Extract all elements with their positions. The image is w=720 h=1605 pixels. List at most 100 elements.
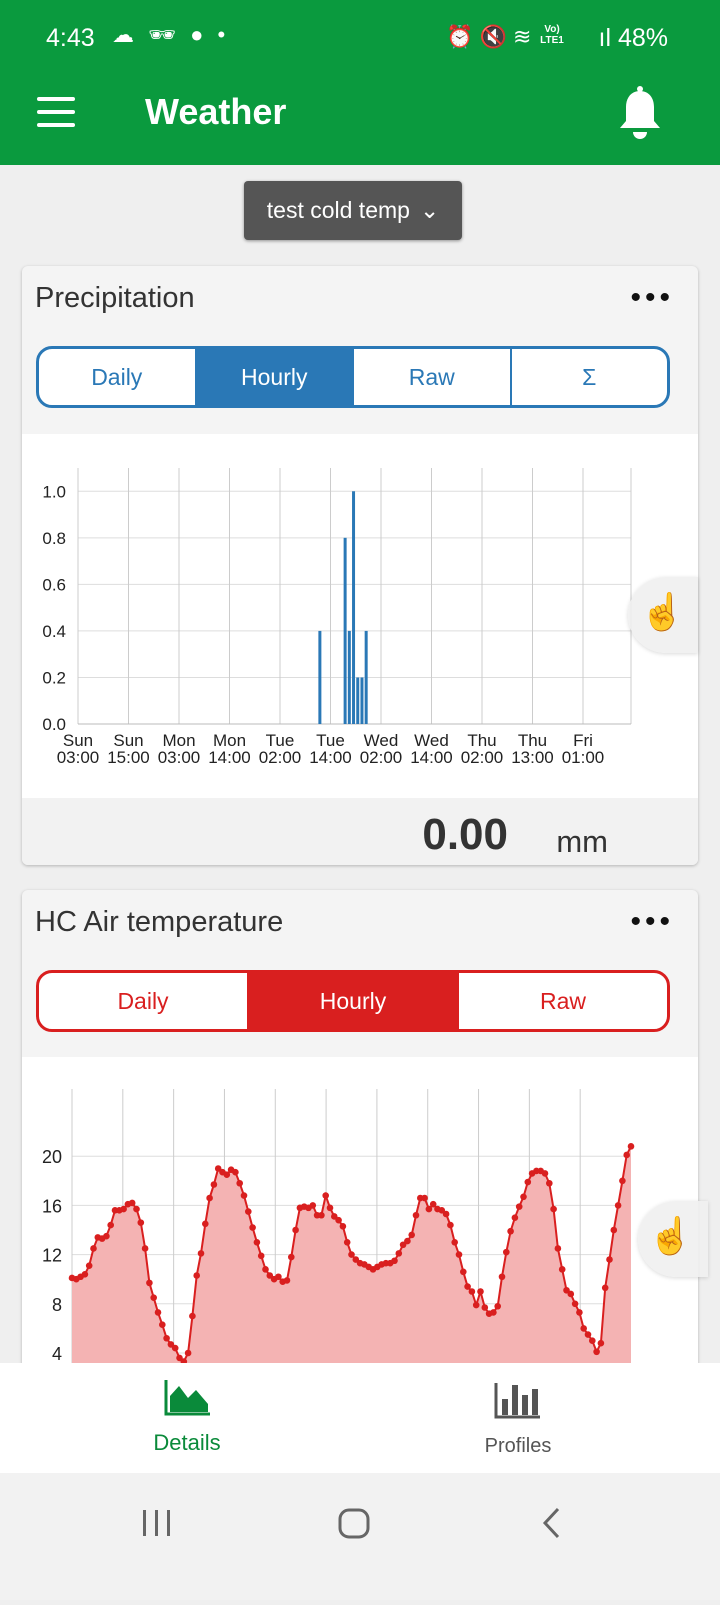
chevron-down-icon: ⌄ [419,197,440,223]
temperature-point [601,1284,609,1292]
temperature-point [146,1279,153,1287]
temperature-point [236,1179,243,1187]
tab-raw[interactable]: Raw [459,973,667,1029]
temperature-point [421,1194,428,1202]
tab-hourly[interactable]: Hourly [196,349,354,405]
tab-hourly[interactable]: Hourly [249,973,459,1029]
tab-sum[interactable]: Σ [512,349,668,405]
touch-gesture-button[interactable]: ☝ [628,577,698,653]
tab-daily[interactable]: Daily [39,349,197,405]
station-dropdown[interactable]: test cold temp ⌄ [244,181,462,240]
status-system-icons: ⏰ 🔇 ≋ [446,24,532,49]
temperature-point [335,1216,342,1224]
temperature-point [468,1288,476,1295]
x-tick-label: 14:00 [309,748,352,767]
temperature-point [558,1266,566,1273]
temperature-point [610,1226,618,1234]
home-icon[interactable] [338,1508,370,1539]
temperature-point [541,1170,549,1177]
temperature-point [249,1224,256,1231]
temperature-point [206,1194,213,1202]
temperature-point [326,1204,334,1212]
temperature-point [391,1257,398,1265]
nav-details-label: Details [153,1430,221,1455]
bell-icon[interactable] [618,85,662,145]
x-tick-label: 02:00 [259,748,302,767]
x-tick-label: 15:00 [107,748,150,767]
temperature-point [546,1179,553,1187]
tab-daily[interactable]: Daily [39,973,249,1029]
temperature-point [90,1245,97,1252]
precipitation-card: Precipitation ••• Daily Hourly Raw Σ 0.0… [22,266,698,865]
air-temperature-card: HC Air temperature ••• Daily Hourly Raw … [22,890,698,1410]
temperature-point [171,1344,179,1352]
temperature-point [481,1304,489,1311]
temperature-point [159,1321,166,1329]
y-tick-label: 0.8 [42,529,66,548]
temperature-point [184,1349,192,1357]
temperature-point [524,1178,532,1186]
temperature-point [103,1232,110,1240]
tab-raw[interactable]: Raw [354,349,512,405]
more-options-icon[interactable]: ••• [630,283,674,313]
temperature-point [240,1192,248,1199]
temperature-point [477,1288,484,1295]
hamburger-menu-icon[interactable] [37,97,75,127]
network-type-label: Vo) LTE1 [540,24,564,46]
status-bar: 4:43 ☁ 🕶 ● • Vo) LTE1 ıl 48% ⏰ 🔇 ≋ [0,0,720,75]
temperature-point [395,1250,403,1257]
touch-hand-icon: ☝ [648,1215,693,1256]
temperature-point [309,1202,317,1209]
precipitation-bar [360,677,364,724]
area-chart-icon [164,1380,210,1416]
x-tick-label: 02:00 [360,748,403,767]
temperature-point [597,1339,605,1347]
x-tick-label: 02:00 [461,748,504,767]
temperature-point [494,1302,502,1310]
temperature-point [343,1239,351,1246]
temperature-point [189,1312,196,1320]
touch-gesture-button[interactable]: ☝ [638,1201,708,1277]
temperature-point [442,1210,450,1218]
x-tick-label: 03:00 [158,748,201,767]
nav-profiles-label: Profiles [484,1435,552,1457]
nav-profiles[interactable]: Profiles [418,1381,618,1458]
back-icon[interactable] [542,1507,560,1539]
temperature-point [193,1272,200,1279]
temperature-point [576,1309,583,1316]
temperature-point [455,1251,463,1258]
temperature-point [133,1205,140,1213]
temperature-point [593,1348,600,1356]
temperature-point [210,1181,218,1188]
nav-details[interactable]: Details [87,1378,287,1456]
temperature-point [85,1262,93,1269]
bottom-navigation: Details Profiles [0,1363,720,1473]
temperature-point [107,1221,114,1229]
temperature-point [81,1270,89,1278]
temperature-point [257,1252,265,1260]
temperature-point [318,1211,325,1219]
air-temperature-chart-svg: 48121620SunSunMonMonTueTueWedWedThuThuFr… [42,1089,635,1410]
temperature-point [503,1248,510,1256]
y-tick-label: 0.6 [42,575,66,594]
temperature-point [339,1223,347,1230]
more-options-icon[interactable]: ••• [630,907,674,937]
temperature-point [292,1226,299,1234]
temperature-point [571,1300,579,1308]
y-tick-label: 8 [52,1295,62,1315]
temperature-point [623,1151,630,1159]
temperature-point [498,1273,506,1281]
temperature-point [128,1199,136,1207]
status-notification-icons: ☁ 🕶 ● • [112,22,230,47]
temperature-point [550,1205,557,1213]
precipitation-value: 0.00 [422,810,508,859]
precipitation-bar [356,677,360,724]
temperature-point [412,1211,420,1219]
precipitation-bar [352,491,356,724]
temperature-point [567,1290,575,1298]
station-dropdown-value: test cold temp [266,197,410,223]
temperature-point [137,1219,145,1226]
air-temperature-tabs: Daily Hourly Raw [36,970,670,1032]
precipitation-unit: mm [556,824,608,859]
recent-apps-icon[interactable] [143,1510,170,1536]
